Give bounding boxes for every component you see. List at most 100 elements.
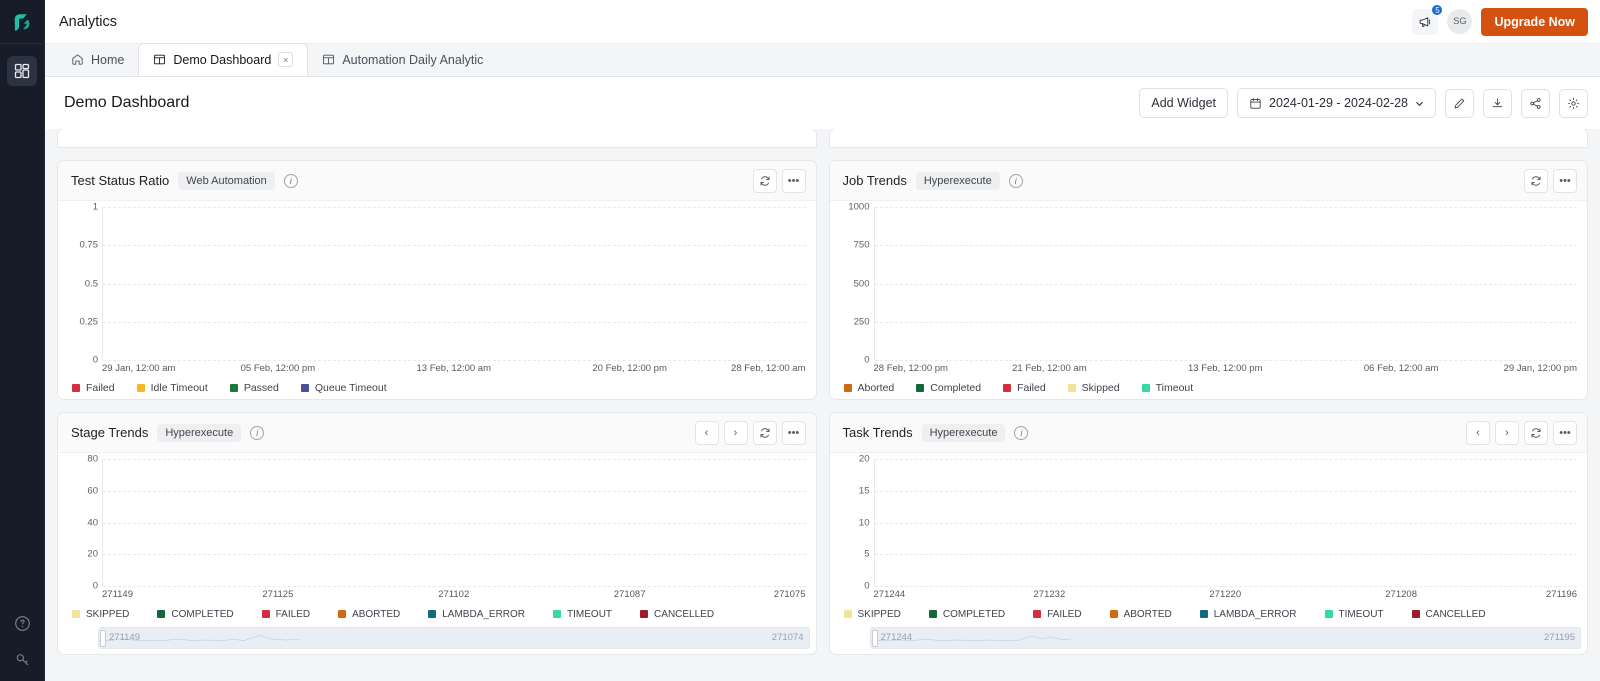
legend-item[interactable]: ABORTED — [338, 609, 400, 620]
bar-group — [103, 207, 806, 360]
more-options-button[interactable]: ••• — [781, 420, 806, 445]
legend-item[interactable]: Aborted — [843, 382, 895, 394]
tab-close-button[interactable]: × — [278, 52, 294, 67]
info-icon[interactable]: i — [250, 425, 265, 440]
edit-dashboard-button[interactable] — [1445, 88, 1474, 118]
chart-legend: Aborted Completed Failed Skipped Timeout — [836, 377, 1578, 399]
legend-item[interactable]: Failed — [1003, 382, 1046, 394]
notifications-button[interactable]: 5 — [1412, 3, 1444, 35]
legend-swatch — [229, 384, 238, 392]
legend-item[interactable]: LAMBDA_ERROR — [1199, 609, 1297, 620]
share-button[interactable] — [1521, 88, 1550, 118]
previous-page-button[interactable]: ‹ — [694, 420, 719, 445]
legend-item[interactable]: COMPLETED — [928, 609, 1005, 620]
refresh-button[interactable] — [1524, 168, 1548, 193]
more-options-button[interactable]: ••• — [1553, 168, 1577, 193]
legend-item[interactable]: Skipped — [1067, 382, 1120, 394]
refresh-button[interactable] — [1524, 420, 1548, 445]
legend-label: TIMEOUT — [1338, 608, 1384, 620]
x-axis: 28 Feb, 12:00 pm 21 Feb, 12:00 am 13 Feb, … — [874, 360, 1578, 377]
legend-item[interactable]: FAILED — [1033, 609, 1082, 620]
settings-button[interactable] — [1559, 88, 1588, 118]
download-button[interactable] — [1483, 88, 1512, 118]
notification-badge: 5 — [1431, 3, 1444, 16]
dashboard-tab-icon — [323, 54, 335, 65]
legend-swatch — [1324, 610, 1333, 618]
previous-page-button[interactable]: ‹ — [1466, 420, 1490, 445]
plot-area — [102, 459, 806, 587]
tab-label: Home — [91, 52, 125, 67]
legend-swatch — [553, 610, 562, 618]
widget-chip: Web Automation — [178, 171, 275, 190]
legend-item[interactable]: Queue Timeout — [300, 382, 387, 394]
tab-strip: Home Demo Dashboard × Automation Daily A… — [45, 43, 1600, 77]
range-slider-handle-left[interactable] — [100, 630, 106, 647]
legend-item[interactable]: SKIPPED — [843, 609, 901, 620]
info-icon[interactable]: i — [1008, 173, 1023, 188]
sidebar-item-dashboard[interactable] — [7, 56, 37, 86]
date-range-picker[interactable]: 2024-01-29 - 2024-02-28 — [1237, 88, 1436, 118]
legend-swatch — [1141, 384, 1150, 392]
x-tick-label: 28 Feb, 12:00 pm — [873, 363, 948, 374]
next-page-button[interactable]: › — [1495, 420, 1519, 445]
range-slider[interactable]: 271244 271195 — [869, 627, 1581, 649]
y-tick-label: 10 — [858, 517, 870, 528]
tab-automation-daily-analytic[interactable]: Automation Daily Analytic — [308, 43, 497, 76]
brand-logo-icon[interactable] — [0, 0, 45, 44]
y-tick-label: 0.5 — [84, 278, 98, 289]
legend-item[interactable]: Completed — [916, 382, 981, 394]
tab-demo-dashboard[interactable]: Demo Dashboard × — [138, 43, 309, 76]
legend-item[interactable]: Idle Timeout — [136, 382, 208, 394]
legend-label: Aborted — [857, 382, 895, 394]
legend-swatch — [1003, 384, 1012, 392]
legend-item[interactable]: TIMEOUT — [553, 609, 612, 620]
more-options-button[interactable]: ••• — [781, 168, 806, 193]
y-tick-label: 0 — [864, 580, 870, 592]
add-widget-button[interactable]: Add Widget — [1139, 88, 1228, 118]
x-tick-label: 271149 — [102, 589, 133, 600]
legend-item[interactable]: Passed — [229, 382, 279, 394]
help-circle-icon[interactable] — [14, 615, 31, 637]
legend-label: Idle Timeout — [150, 382, 208, 394]
widget-header: Task Trends Hyperexecute i ‹ › ••• — [829, 413, 1587, 453]
refresh-button[interactable] — [752, 420, 777, 445]
range-slider-handle-left[interactable] — [871, 630, 878, 647]
legend-swatch — [72, 610, 80, 618]
legend-label: COMPLETED — [171, 608, 234, 620]
range-slider[interactable]: 271149 271074 — [98, 627, 810, 649]
key-icon[interactable] — [14, 651, 31, 673]
legend-item[interactable]: SKIPPED — [72, 609, 129, 620]
info-icon[interactable]: i — [283, 173, 298, 188]
x-tick-label: 29 Jan, 12:00 am — [102, 363, 176, 374]
legend-swatch — [1109, 610, 1118, 618]
refresh-icon — [1531, 175, 1541, 186]
legend-item[interactable]: CANCELLED — [640, 609, 714, 620]
x-tick-label: 271208 — [1385, 589, 1417, 600]
legend-item[interactable]: CANCELLED — [1411, 609, 1486, 620]
more-options-button[interactable]: ••• — [1553, 420, 1577, 445]
widget-tools: ••• — [752, 168, 806, 193]
x-tick-label: 271102 — [438, 589, 470, 600]
y-tick-label: 0.75 — [79, 239, 99, 251]
range-slider-start-label: 271244 — [880, 632, 913, 643]
tab-home[interactable]: Home — [57, 43, 138, 76]
legend-swatch — [843, 610, 852, 618]
avatar[interactable]: SG — [1447, 9, 1473, 34]
legend-item[interactable]: FAILED — [261, 609, 310, 620]
upgrade-now-button[interactable]: Upgrade Now — [1481, 7, 1588, 36]
legend-item[interactable]: ABORTED — [1109, 609, 1172, 620]
legend-item[interactable]: Timeout — [1141, 382, 1193, 394]
legend-item[interactable]: TIMEOUT — [1324, 608, 1384, 620]
legend-label: Passed — [243, 382, 279, 394]
refresh-button[interactable] — [752, 168, 777, 193]
legend-item[interactable]: Failed — [72, 382, 115, 394]
next-page-button[interactable]: › — [723, 420, 748, 445]
legend-item[interactable]: COMPLETED — [157, 608, 234, 620]
widget-title: Job Trends — [842, 173, 907, 188]
range-slider-end-label: 271074 — [771, 632, 804, 643]
info-icon[interactable]: i — [1014, 425, 1029, 440]
legend-label: Completed — [930, 382, 982, 394]
chart-stage-trends: 0 20 40 60 80 — [64, 454, 806, 592]
legend-swatch — [1067, 384, 1076, 392]
legend-item[interactable]: LAMBDA_ERROR — [428, 609, 525, 620]
